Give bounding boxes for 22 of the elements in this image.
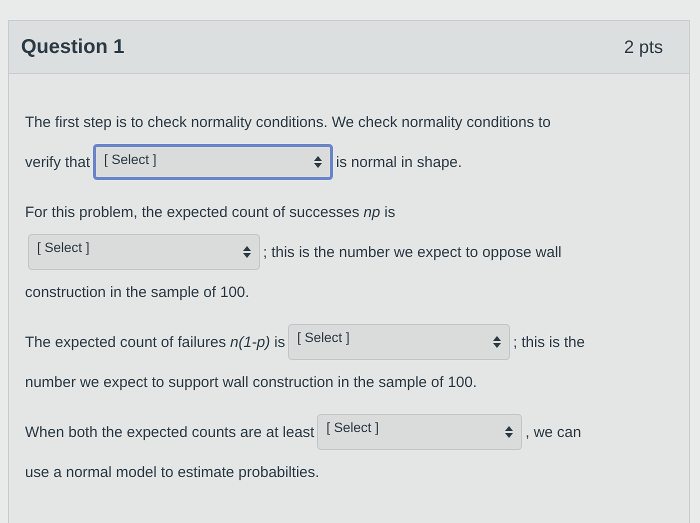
- question-title: Question 1: [21, 36, 124, 58]
- question-text: is normal in shape.: [336, 154, 462, 170]
- question-text: construction in the sample of 100.: [25, 284, 250, 300]
- question-text: When both the expected counts are at least: [25, 424, 314, 440]
- question-text: ; this is the: [513, 334, 585, 350]
- up-down-caret-icon: [243, 246, 251, 258]
- question-text: use a normal model to estimate probabilties.: [25, 464, 320, 480]
- question-text: The expected count of failures n(1-p) is: [25, 334, 286, 350]
- question-text: number we expect to support wall construction in the sample of 100.: [25, 374, 477, 390]
- question-text: ; this is the number we expect to oppose wall: [263, 244, 562, 260]
- question-text: The first step is to check normality conditions. We check normality conditions to: [25, 114, 551, 130]
- answer-dropdown[interactable]: [ Select ]: [28, 234, 260, 270]
- answer-dropdown[interactable]: [ Select ]: [93, 144, 334, 180]
- question-text: verify that: [25, 154, 90, 170]
- question-text: For this problem, the expected count of successes np is: [25, 204, 396, 220]
- up-down-caret-icon: [505, 426, 514, 438]
- answer-dropdown[interactable]: [ Select ]: [317, 414, 522, 450]
- points-label: 2 pts: [624, 36, 663, 58]
- answer-dropdown[interactable]: [ Select ]: [288, 324, 510, 360]
- up-down-caret-icon: [314, 156, 322, 168]
- question-text: , we can: [525, 424, 582, 440]
- up-down-caret-icon: [493, 336, 502, 348]
